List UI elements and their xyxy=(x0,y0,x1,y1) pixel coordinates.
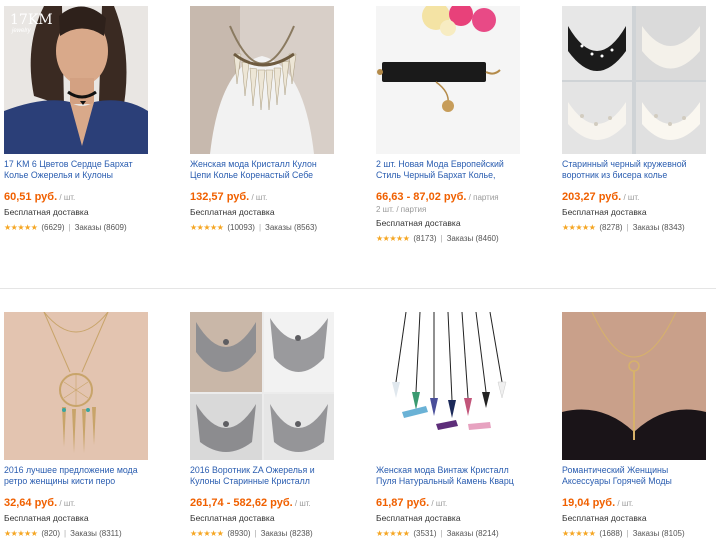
review-count[interactable]: (8930) xyxy=(227,529,250,538)
product-image[interactable] xyxy=(376,312,520,460)
product-image[interactable] xyxy=(190,312,334,460)
brand-logo-sub: jewelry xyxy=(12,28,31,34)
review-count[interactable]: (3531) xyxy=(413,529,436,538)
product-card[interactable]: Романтический Женщины Аксессуары Горячей… xyxy=(562,312,716,538)
product-title[interactable]: 2016 лучшее предложение мода ретро женщи… xyxy=(4,465,154,487)
shipping-info: Бесплатная доставка xyxy=(4,513,89,523)
rating-stars: ★★★★★ xyxy=(190,223,224,232)
product-price: 203,27 руб. xyxy=(562,191,622,203)
rating-stars: ★★★★★ xyxy=(190,529,224,538)
product-card[interactable]: Старинный черный кружевной воротник из б… xyxy=(562,6,716,232)
product-image[interactable] xyxy=(4,312,148,460)
product-image[interactable] xyxy=(562,6,706,154)
review-count[interactable]: (8278) xyxy=(599,223,622,232)
rating-stars: ★★★★★ xyxy=(562,529,596,538)
rating-stars: ★★★★★ xyxy=(376,529,410,538)
product-image[interactable] xyxy=(562,312,706,460)
shipping-info: Бесплатная доставка xyxy=(4,207,89,217)
rating-stars: ★★★★★ xyxy=(4,223,38,232)
price-unit: / шт. xyxy=(617,499,634,508)
rating-stars: ★★★★★ xyxy=(562,223,596,232)
product-card[interactable]: Женская мода Кристалл Кулон Цепи Колье К… xyxy=(190,6,366,232)
orders-count[interactable]: Заказы (8214) xyxy=(447,529,499,538)
brand-logo: 17KM xyxy=(10,12,53,28)
shipping-info: Бесплатная доставка xyxy=(562,207,647,217)
product-price: 132,57 руб. xyxy=(190,191,250,203)
orders-count[interactable]: Заказы (8105) xyxy=(633,529,685,538)
product-price: 32,64 руб. xyxy=(4,497,58,509)
product-title[interactable]: Женская мода Винтаж Кристалл Пуля Натура… xyxy=(376,465,526,487)
shipping-info: Бесплатная доставка xyxy=(190,513,275,523)
product-title[interactable]: Женская мода Кристалл Кулон Цепи Колье К… xyxy=(190,159,340,181)
shipping-info: Бесплатная доставка xyxy=(376,218,461,228)
product-title[interactable]: 2016 Воротник ZA Ожерелья и Кулоны Стари… xyxy=(190,465,340,487)
product-image[interactable] xyxy=(376,6,520,154)
orders-count[interactable]: Заказы (8609) xyxy=(75,223,127,232)
product-price: 61,87 руб. xyxy=(376,497,430,509)
price-unit: / шт. xyxy=(59,499,76,508)
review-count[interactable]: (1688) xyxy=(599,529,622,538)
shipping-info: Бесплатная доставка xyxy=(376,513,461,523)
price-unit: / шт. xyxy=(294,499,311,508)
product-card[interactable]: 17KM jewelry 17 KM 6 Цветов Сердце Барха… xyxy=(4,6,180,232)
product-price: 19,04 руб. xyxy=(562,497,616,509)
rating-stars: ★★★★★ xyxy=(376,234,410,243)
product-title[interactable]: Романтический Женщины Аксессуары Горячей… xyxy=(562,465,712,487)
product-card[interactable]: 2 шт. Новая Мода Европейский Стиль Черны… xyxy=(376,6,552,243)
product-title[interactable]: 2 шт. Новая Мода Европейский Стиль Черны… xyxy=(376,159,526,181)
product-card[interactable]: 2016 Воротник ZA Ожерелья и Кулоны Стари… xyxy=(190,312,366,538)
price-unit: / шт. xyxy=(431,499,448,508)
product-image[interactable] xyxy=(190,6,334,154)
review-count[interactable]: (820) xyxy=(41,529,60,538)
price-unit: / шт. xyxy=(251,193,268,202)
review-count[interactable]: (6629) xyxy=(41,223,64,232)
orders-count[interactable]: Заказы (8343) xyxy=(633,223,685,232)
price-unit: / шт. xyxy=(623,193,640,202)
product-image[interactable]: 17KM jewelry xyxy=(4,6,148,154)
price-unit: / партия xyxy=(468,193,499,202)
orders-count[interactable]: Заказы (8460) xyxy=(447,234,499,243)
orders-count[interactable]: Заказы (8563) xyxy=(265,223,317,232)
product-price: 60,51 руб. xyxy=(4,191,58,203)
review-count[interactable]: (8173) xyxy=(413,234,436,243)
shipping-info: Бесплатная доставка xyxy=(562,513,647,523)
shipping-info: Бесплатная доставка xyxy=(190,207,275,217)
product-card[interactable]: 2016 лучшее предложение мода ретро женщи… xyxy=(4,312,180,538)
row-divider xyxy=(0,288,716,289)
orders-count[interactable]: Заказы (8311) xyxy=(70,529,122,538)
lot-size: 2 шт. / партия xyxy=(376,205,427,214)
product-price: 261,74 - 582,62 руб. xyxy=(190,497,293,509)
price-unit: / шт. xyxy=(59,193,76,202)
product-card[interactable]: Женская мода Винтаж Кристалл Пуля Натура… xyxy=(376,312,552,538)
product-title[interactable]: Старинный черный кружевной воротник из б… xyxy=(562,159,712,181)
product-title[interactable]: 17 KM 6 Цветов Сердце Бархат Колье Ожере… xyxy=(4,159,154,181)
rating-stars: ★★★★★ xyxy=(4,529,38,538)
product-price: 66,63 - 87,02 руб. xyxy=(376,191,467,203)
review-count[interactable]: (10093) xyxy=(227,223,255,232)
orders-count[interactable]: Заказы (8238) xyxy=(261,529,313,538)
